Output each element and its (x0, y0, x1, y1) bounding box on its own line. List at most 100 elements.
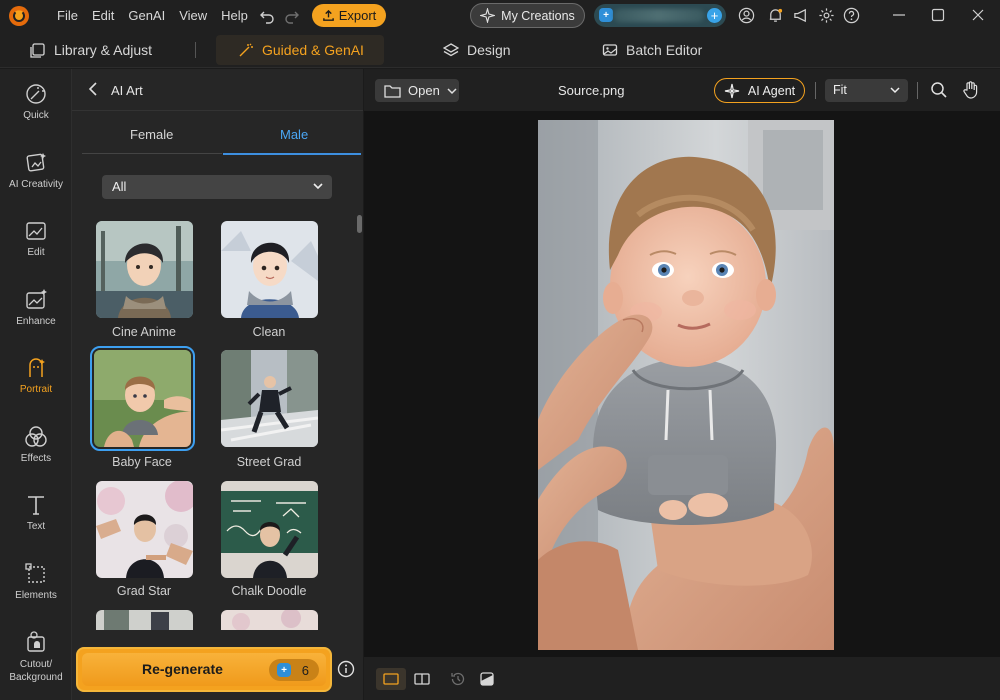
add-credits-icon[interactable]: + (707, 8, 722, 23)
sidebar-item-label: Portrait (19, 384, 53, 395)
segment-underline (82, 153, 222, 154)
segment-male[interactable]: Male (280, 127, 308, 142)
library-icon (30, 43, 45, 58)
style-filter-select[interactable]: All (102, 175, 332, 199)
export-button[interactable]: Export (312, 4, 386, 27)
ai-agent-label: AI Agent (747, 83, 796, 98)
app-logo-icon (9, 6, 29, 26)
menu-view[interactable]: View (179, 8, 207, 23)
ai-creativity-icon (23, 150, 49, 176)
undo-icon[interactable] (259, 8, 275, 24)
my-creations-button[interactable]: My Creations (470, 3, 585, 28)
canvas-toolbar: Open Source.png AI Agent Fit (364, 69, 1000, 111)
tab-design[interactable]: Design (443, 32, 511, 68)
account-icon[interactable] (738, 7, 755, 24)
panel-header: AI Art (72, 69, 363, 111)
style-thumb-partial-1[interactable] (96, 610, 193, 630)
my-creations-label: My Creations (501, 8, 575, 23)
sidebar-item-enhance[interactable]: Enhance (0, 287, 72, 347)
sidebar-item-label-line2: Background (9, 672, 63, 683)
sidebar-item-elements[interactable]: Elements (0, 561, 72, 621)
menu-bar: File Edit GenAI View Help (57, 8, 262, 23)
menu-file[interactable]: File (57, 8, 78, 23)
sidebar-item-effects[interactable]: Effects (0, 424, 72, 484)
segment-female[interactable]: Female (130, 127, 173, 142)
tab-guided-genai-label: Guided & GenAI (262, 42, 364, 58)
file-name: Source.png (558, 83, 625, 98)
sidebar-item-edit[interactable]: Edit (0, 218, 72, 278)
sidebar-item-label: Elements (15, 590, 57, 601)
megaphone-icon[interactable] (793, 7, 810, 24)
sidebar-item-label: Quick (23, 110, 49, 121)
ai-agent-button[interactable]: AI Agent (714, 78, 805, 103)
enhance-image-icon (23, 287, 49, 313)
ai-art-panel: AI Art Female Male All Cine Anime Clean … (72, 69, 363, 700)
close-icon[interactable] (971, 7, 985, 23)
style-label-chalk-doodle: Chalk Doodle (231, 584, 307, 598)
style-label-grad-star: Grad Star (116, 584, 172, 598)
style-label-street-grad: Street Grad (236, 455, 302, 469)
toolbar-divider (815, 82, 816, 99)
zoom-search-icon[interactable] (930, 81, 948, 99)
history-button[interactable] (443, 668, 473, 690)
style-thumb-baby-face[interactable] (90, 346, 195, 451)
style-thumb-partial-2[interactable] (221, 610, 318, 630)
edit-image-icon (23, 218, 49, 244)
style-thumb-chalk-doodle[interactable] (221, 481, 318, 578)
image-canvas[interactable] (364, 111, 1000, 657)
sidebar-item-label: Edit (27, 247, 45, 258)
menu-genai[interactable]: GenAI (128, 8, 165, 23)
chevron-down-icon (890, 87, 900, 94)
menu-help[interactable]: Help (221, 8, 248, 23)
sidebar-item-cutout-background[interactable]: Cutout/ Background (0, 629, 72, 699)
style-thumb-clean[interactable] (221, 221, 318, 318)
tab-library-adjust[interactable]: Library & Adjust (30, 32, 152, 68)
pan-hand-icon[interactable] (962, 80, 980, 99)
tab-guided-genai[interactable]: Guided & GenAI (238, 32, 364, 68)
sidebar-item-quick[interactable]: Quick (0, 81, 72, 141)
sidebar-item-label: AI Creativity (9, 179, 63, 190)
tab-batch-editor[interactable]: Batch Editor (602, 32, 702, 68)
settings-gear-icon[interactable] (818, 7, 835, 24)
regenerate-label: Re-generate (142, 661, 223, 677)
style-filter-value: All (112, 179, 127, 194)
zoom-select[interactable]: Fit (825, 79, 908, 102)
maximize-icon[interactable] (931, 7, 945, 23)
sidebar-item-ai-creativity[interactable]: AI Creativity (0, 150, 72, 210)
toolbar-divider (917, 82, 918, 99)
sidebar-item-label: Text (26, 521, 46, 532)
minimize-icon[interactable] (892, 7, 906, 23)
credits-balance-blurred (614, 9, 704, 22)
back-chevron-icon[interactable] (88, 82, 98, 96)
tab-divider (195, 42, 196, 58)
credit-cost: 6 (301, 662, 309, 678)
credit-gem-icon: + (599, 8, 613, 22)
layers-icon (443, 43, 459, 57)
style-thumb-grad-star[interactable] (96, 481, 193, 578)
panel-scrollbar[interactable] (357, 215, 362, 233)
menu-edit[interactable]: Edit (92, 8, 114, 23)
regenerate-button[interactable]: Re-generate + 6 (82, 653, 326, 686)
single-view-button[interactable] (376, 668, 406, 690)
title-bar: File Edit GenAI View Help Export My Crea… (0, 0, 1000, 32)
info-icon[interactable] (337, 660, 355, 678)
original-toggle-button[interactable] (472, 668, 502, 690)
magic-wand-icon (239, 43, 253, 57)
export-label: Export (338, 8, 377, 23)
help-icon[interactable] (843, 7, 860, 24)
sidebar-item-portrait[interactable]: Portrait (0, 355, 72, 415)
notification-bell-icon[interactable] (767, 7, 784, 24)
open-button[interactable]: Open (375, 79, 459, 102)
sidebar-item-text[interactable]: Text (0, 492, 72, 552)
compare-original-icon (480, 672, 494, 686)
style-thumb-cine-anime[interactable] (96, 221, 193, 318)
compare-view-button[interactable] (407, 668, 437, 690)
tab-library-adjust-label: Library & Adjust (54, 42, 153, 58)
tool-sidebar: Quick AI Creativity Edit Enhance Portrai… (0, 69, 72, 700)
sidebar-item-label: Effects (20, 453, 52, 464)
cutout-icon (23, 629, 49, 655)
redo-icon[interactable] (284, 8, 300, 24)
upload-icon (322, 9, 334, 21)
credits-pill[interactable]: + + (594, 4, 726, 27)
style-thumb-street-grad[interactable] (221, 350, 318, 447)
